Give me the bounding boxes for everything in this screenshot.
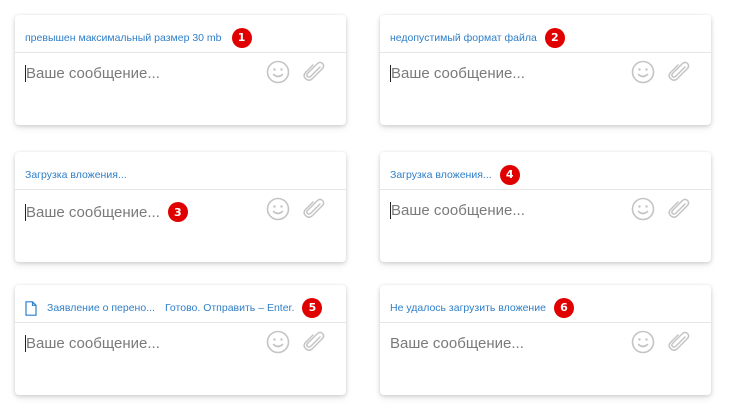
message-composer-4: Загрузка вложения... 4 Ваше сообщение...	[380, 152, 711, 262]
attachment-status: Загрузка вложения...	[25, 166, 127, 184]
divider	[380, 52, 711, 53]
divider	[380, 189, 711, 190]
paperclip-icon[interactable]	[667, 196, 691, 222]
divider	[15, 52, 346, 53]
message-placeholder: Ваше сообщение...	[391, 202, 525, 219]
paperclip-icon[interactable]	[302, 196, 326, 222]
message-input[interactable]: Ваше сообщение...	[25, 335, 160, 352]
emoji-icon[interactable]	[631, 330, 655, 354]
message-input[interactable]: Ваше сообщение...	[390, 335, 524, 352]
message-input[interactable]: Ваше сообщение... 3	[25, 202, 188, 222]
attachment-loading-text: Загрузка вложения...	[25, 169, 127, 181]
paperclip-icon[interactable]	[302, 329, 326, 355]
divider	[15, 322, 346, 323]
divider	[380, 322, 711, 323]
attachment-file-name[interactable]: Заявление о перено...	[47, 299, 155, 317]
message-placeholder: Ваше сообщение...	[391, 65, 525, 82]
file-icon	[25, 300, 37, 316]
annotation-badge: 2	[544, 28, 565, 48]
emoji-icon[interactable]	[631, 197, 655, 221]
annotation-badge: 3	[167, 202, 188, 222]
emoji-icon[interactable]	[266, 60, 290, 84]
paperclip-icon[interactable]	[667, 329, 691, 355]
message-composer-6: Не удалось загрузить вложение 6 Ваше соо…	[380, 285, 711, 395]
message-composer-1: превышен максимальный размер 30 mb 1 Ваш…	[15, 15, 346, 125]
paperclip-icon[interactable]	[302, 59, 326, 85]
message-input[interactable]: Ваше сообщение...	[390, 202, 525, 219]
message-input[interactable]: Ваше сообщение...	[390, 65, 525, 82]
attachment-status: недопустимый формат файла 2	[390, 28, 565, 48]
attachment-status: Не удалось загрузить вложение 6	[390, 298, 574, 318]
message-placeholder: Ваше сообщение...	[390, 335, 524, 352]
message-placeholder: Ваше сообщение...	[26, 65, 160, 82]
attachment-status: превышен максимальный размер 30 mb 1	[25, 28, 252, 48]
attachment-status: Загрузка вложения... 4	[390, 165, 520, 185]
annotation-badge: 4	[499, 165, 520, 185]
emoji-icon[interactable]	[631, 60, 655, 84]
message-placeholder: Ваше сообщение...	[26, 335, 160, 352]
divider	[15, 189, 346, 190]
paperclip-icon[interactable]	[667, 59, 691, 85]
annotation-badge: 1	[231, 28, 252, 48]
emoji-icon[interactable]	[266, 330, 290, 354]
annotation-badge: 6	[553, 298, 574, 318]
message-composer-2: недопустимый формат файла 2 Ваше сообщен…	[380, 15, 711, 125]
attachment-loading-text: Загрузка вложения...	[390, 169, 492, 181]
message-input[interactable]: Ваше сообщение...	[25, 65, 160, 82]
attachment-error-text: Не удалось загрузить вложение	[390, 302, 546, 314]
attachment-error-text: превышен максимальный размер 30 mb	[25, 32, 222, 44]
message-composer-5: Заявление о перено... Готово. Отправить …	[15, 285, 346, 395]
attachment-error-text: недопустимый формат файла	[390, 32, 537, 44]
emoji-icon[interactable]	[266, 197, 290, 221]
attachment-ready-text: Готово. Отправить – Enter.	[164, 302, 295, 314]
message-composer-3: Загрузка вложения... Ваше сообщение... 3	[15, 152, 346, 262]
attachment-status: Заявление о перено... Готово. Отправить …	[25, 298, 323, 318]
annotation-badge: 5	[302, 298, 323, 318]
message-placeholder: Ваше сообщение...	[26, 203, 160, 221]
